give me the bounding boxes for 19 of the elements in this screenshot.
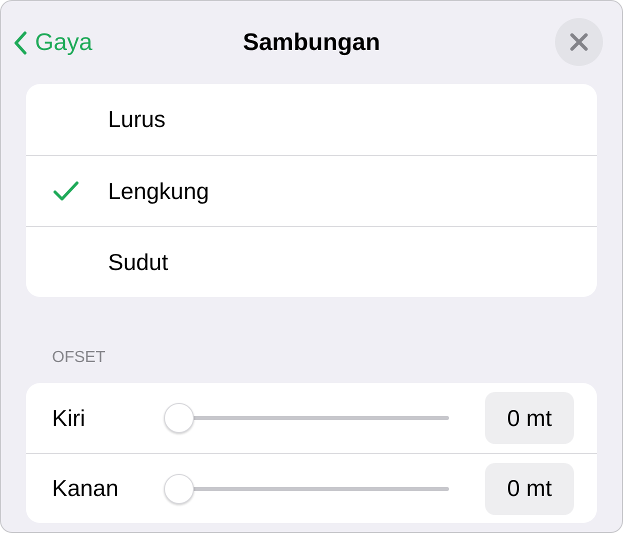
option-item[interactable]: Lengkung [26,156,597,226]
option-label: Sudut [108,248,168,277]
value-field[interactable]: 0 mt [485,462,574,514]
slider[interactable] [164,402,451,434]
option-item[interactable]: Sudut [26,227,597,297]
section-heading: OFSET [52,348,106,368]
close-icon [570,33,588,51]
option-item[interactable]: Lurus [26,84,597,155]
chevron-left-icon [13,31,27,55]
option-label: Lengkung [108,176,210,206]
option-label: Lurus [108,105,166,134]
slider-thumb[interactable] [164,474,194,504]
slider-thumb[interactable] [164,403,194,433]
slider-label: Kiri [52,404,86,433]
slider-label: Kanan [52,474,120,504]
slider[interactable] [164,472,451,504]
window-title: Sambungan [242,28,380,58]
close-button[interactable] [555,18,603,66]
value-field[interactable]: 0 mt [485,392,574,444]
